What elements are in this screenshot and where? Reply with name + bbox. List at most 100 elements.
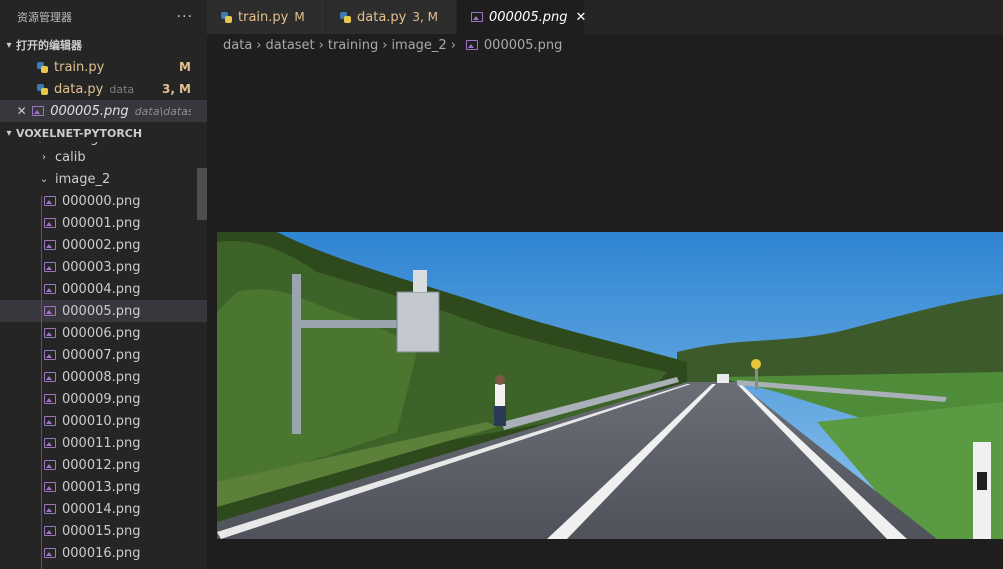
modified-badge: 3, M — [161, 82, 191, 96]
chevron-right-icon: › — [382, 37, 388, 53]
explorer-sidebar: 资源管理器 ··· ▾ 打开的编辑器 train.py M data.py da… — [0, 0, 207, 569]
tab-label: data.py — [357, 9, 407, 25]
close-icon[interactable]: ✕ — [576, 10, 587, 25]
tree-file-label: 000001.png — [62, 215, 141, 231]
image-file-list: 000000.png 000001.png 000002.png 000003.png… — [0, 190, 207, 564]
breadcrumb-item[interactable]: training — [328, 38, 378, 53]
breadcrumb: data › dataset › training › image_2 › 00… — [207, 34, 1003, 56]
breadcrumb-item[interactable]: data — [223, 38, 252, 53]
breadcrumb-item[interactable]: 000005.png — [484, 38, 563, 53]
image-file-icon — [44, 306, 56, 316]
tree-file-label: 000012.png — [62, 457, 141, 473]
image-file-icon — [44, 438, 56, 448]
tree-file-item[interactable]: 000008.png — [0, 366, 207, 388]
tree-file-label: 000011.png — [62, 435, 141, 451]
open-editor-train-py[interactable]: train.py M — [0, 56, 207, 78]
tree-file-item[interactable]: 000001.png — [0, 212, 207, 234]
tree-file-label: 000015.png — [62, 523, 141, 539]
tree-file-item[interactable]: 000011.png — [0, 432, 207, 454]
tree-folder-image-2[interactable]: ⌄ image_2 — [0, 168, 207, 190]
tree-file-label: 000003.png — [62, 259, 141, 275]
chevron-right-icon: › — [256, 37, 262, 53]
tree-file-label: 000004.png — [62, 281, 141, 297]
tree-file-item[interactable]: 000012.png — [0, 454, 207, 476]
tree-folder-calib[interactable]: › calib — [0, 146, 207, 168]
open-editor-000005-png[interactable]: ✕ 000005.png data\dataset... — [0, 100, 207, 122]
image-file-icon — [471, 12, 483, 22]
tree-folder-label: image_2 — [55, 171, 111, 187]
tree-file-item[interactable]: 000015.png — [0, 520, 207, 542]
image-file-icon — [44, 504, 56, 514]
open-editor-name: data.py — [54, 81, 104, 97]
open-editor-data-py[interactable]: data.py data 3, M — [0, 78, 207, 100]
tab-label: train.py — [238, 9, 289, 25]
tree-file-item[interactable]: 000004.png — [0, 278, 207, 300]
image-file-icon — [44, 240, 56, 250]
tab-train-py[interactable]: train.py M — [207, 0, 326, 34]
tree-folder-label: calib — [55, 149, 86, 165]
tree-file-item[interactable]: 000014.png — [0, 498, 207, 520]
tree-file-label: 000000.png — [62, 193, 141, 209]
tab-000005-png[interactable]: 000005.png ✕ — [457, 0, 587, 34]
tree-file-item[interactable]: 000016.png — [0, 542, 207, 564]
breadcrumb-item[interactable]: dataset — [266, 38, 315, 53]
python-file-icon — [37, 61, 48, 73]
tree-file-item[interactable]: 000005.png — [0, 300, 207, 322]
image-file-icon — [44, 284, 56, 294]
road-scene-image — [217, 232, 1003, 539]
chevron-down-icon: ⌄ — [39, 173, 49, 185]
tree-file-label: 000007.png — [62, 347, 141, 363]
tree-file-label: 000008.png — [62, 369, 141, 385]
image-file-icon — [44, 548, 56, 558]
tree-file-label: 000005.png — [62, 303, 141, 319]
chevron-right-icon: › — [450, 37, 456, 53]
python-file-icon — [221, 11, 232, 23]
image-file-icon — [44, 394, 56, 404]
modified-badge: 3, M — [412, 10, 438, 24]
tree-file-label: 000006.png — [62, 325, 141, 341]
chevron-down-icon: ▾ — [6, 39, 12, 51]
tab-data-py[interactable]: data.py 3, M — [326, 0, 457, 34]
modified-badge: M — [179, 60, 191, 74]
project-header[interactable]: ▾ VOXELNET-PYTORCH — [0, 122, 207, 144]
open-editors-label: 打开的编辑器 — [16, 39, 82, 52]
chevron-right-icon: › — [42, 151, 46, 163]
more-actions-icon[interactable]: ··· — [177, 9, 193, 25]
tree-file-item[interactable]: 000002.png — [0, 234, 207, 256]
image-file-icon — [44, 482, 56, 492]
image-file-icon — [44, 350, 56, 360]
open-editor-name: 000005.png — [50, 103, 129, 119]
open-editors-header[interactable]: ▾ 打开的编辑器 — [0, 34, 207, 56]
tree-file-label: 000013.png — [62, 479, 141, 495]
tree-file-label: 000016.png — [62, 545, 141, 561]
tree-file-item[interactable]: 000000.png — [0, 190, 207, 212]
open-editor-hint: data\dataset... — [134, 104, 191, 118]
breadcrumb-item[interactable]: image_2 — [391, 38, 446, 53]
file-tree: ▾ training › calib ⌄ image_2 000000.png0… — [0, 142, 207, 569]
tree-folder-label: training — [48, 142, 98, 146]
tree-file-item[interactable]: 000013.png — [0, 476, 207, 498]
chevron-down-icon: ▾ — [32, 142, 48, 146]
tree-file-item[interactable]: 000003.png — [0, 256, 207, 278]
open-editor-name: train.py — [54, 59, 105, 75]
image-file-icon — [44, 262, 56, 272]
image-file-icon — [44, 416, 56, 426]
tree-file-label: 000009.png — [62, 391, 141, 407]
editor-area: train.py M data.py 3, M 000005.png ✕ dat… — [207, 0, 1003, 569]
tree-file-item[interactable]: 000006.png — [0, 322, 207, 344]
close-icon[interactable]: ✕ — [16, 104, 27, 118]
image-preview — [217, 232, 1003, 539]
indent-guide — [41, 196, 42, 569]
modified-badge: M — [294, 10, 305, 24]
python-file-icon — [37, 83, 48, 95]
sidebar-scrollbar[interactable] — [197, 168, 207, 220]
image-file-icon — [44, 196, 56, 206]
tree-file-item[interactable]: 000009.png — [0, 388, 207, 410]
explorer-header: 资源管理器 ··· — [0, 0, 207, 34]
python-file-icon — [340, 11, 351, 23]
tree-file-item[interactable]: 000010.png — [0, 410, 207, 432]
tree-file-item[interactable]: 000007.png — [0, 344, 207, 366]
image-file-icon — [44, 218, 56, 228]
image-file-icon — [44, 328, 56, 338]
tree-file-label: 000010.png — [62, 413, 141, 429]
